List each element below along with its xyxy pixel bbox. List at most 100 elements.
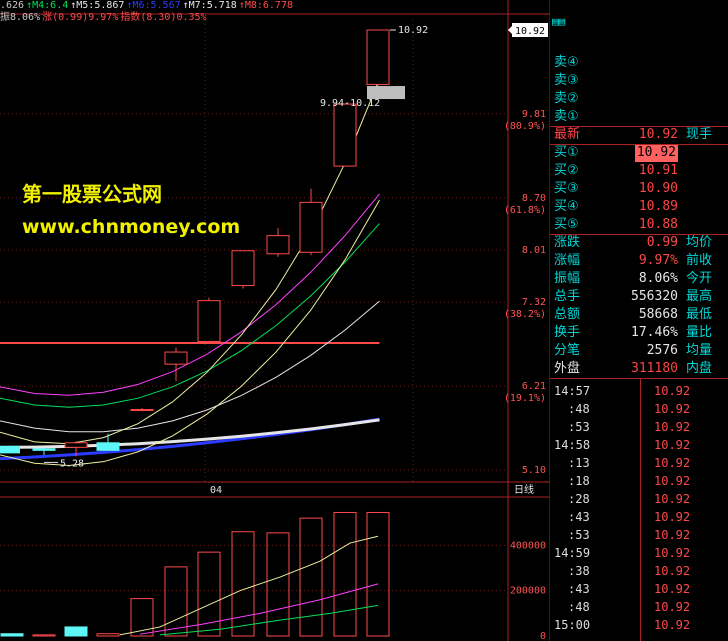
tick-time: :43 [568,582,590,596]
latest-row: 最新 10.92 现手 [550,126,728,144]
stat-label2: 均价 [686,235,713,250]
panel-separator [550,378,728,379]
candle [366,29,390,85]
price-tick: 7.32 [522,297,546,308]
ma-value: ↑M4:6.4 [26,0,69,11]
tick-time: :48 [568,600,590,614]
current-price-label: 10.92 [515,26,545,37]
ask-label: 卖③ [554,73,579,88]
stat-value: 17.46% [631,325,678,340]
stat-label: 振幅 [554,271,581,286]
candle [197,300,221,342]
tick-time: :18 [568,474,590,488]
tick-time: 14:57 [554,384,591,398]
tick-price: 10.92 [654,510,691,524]
bid-row: 买① 10.92 [550,144,728,162]
candle [64,442,88,448]
bid-label: 买④ [554,199,579,214]
stat-row: 涨幅 9.97% 前收 [550,252,728,270]
ask-row: 卖③ [550,72,728,90]
volume-bar [32,634,56,637]
tick-row: :43 10.92 [550,508,728,526]
tick-row: 14:58 10.92 [550,436,728,454]
change-value: 指数(8.30)0.35% [120,12,207,23]
ma-line-yellow [0,78,380,445]
date-label: 04 [210,485,222,496]
tick-time: :43 [568,510,590,524]
tick-row: :53 10.92 [550,418,728,436]
change-value: 振8.06% [0,12,41,23]
candle [130,409,154,412]
bid-label: 买⑤ [554,217,579,232]
quote-panel: ▤▤ 卖④ 卖③ 卖② 卖① 最新 10.92 现手 买① 10.92 买② 10.91 买③ 10.90… [550,0,728,641]
ma-value: ↑M6:5.567 [126,0,181,11]
outer-value: 311180 [631,361,678,376]
bid-label: 买② [554,163,579,178]
tick-row: :38 10.92 [550,562,728,580]
volume-bar [96,633,120,637]
tick-price: 10.92 [654,438,691,452]
range-label: 9.94-10.12 [320,98,380,109]
volume-tick: 200000 [510,586,546,597]
candle [32,448,56,451]
candle [266,235,290,255]
price-tick: 5.10 [522,465,546,476]
candle [164,351,188,365]
stat-label2: 最低 [686,307,713,322]
tick-price: 10.92 [654,564,691,578]
ask-label: 卖① [554,109,579,124]
ask-row: 卖② [550,90,728,108]
pct-tick: (19.1%) [504,393,546,404]
pct-tick: (80.9%) [504,121,546,132]
high-label: 10.92 [398,25,428,36]
stat-row: 分笔 2576 均量 [550,342,728,360]
candle [299,201,323,253]
stat-label: 总手 [554,289,581,304]
vol-ma-green [159,604,379,636]
ma-line-green [0,223,380,408]
tick-time: 14:58 [554,438,591,452]
tick-row: :13 10.92 [550,454,728,472]
stat-value: 8.06% [638,271,678,286]
tick-row: 14:57 10.92 [550,382,728,400]
volume-tick: 400000 [510,540,546,551]
volume-bar [0,633,24,637]
bid-label: 买① [554,145,579,160]
bid-price: 10.91 [638,163,678,178]
tick-price: 10.92 [654,402,691,416]
tick-price: 10.92 [654,618,691,632]
stat-label2: 前收 [686,253,713,268]
tick-price: 10.92 [654,546,691,560]
tick-price: 10.92 [654,600,691,614]
ask-row: 卖④ [550,54,728,72]
kline-chart[interactable]: 9.81(80.9%) 8.70(61.8%) 8.01 7.32(38.2%) 6.2… [0,0,550,641]
tick-price: 10.92 [654,456,691,470]
stat-label2: 量比 [686,325,713,340]
ma-value: ↑M5:5.867 [70,0,125,11]
bid-price: 10.88 [638,217,678,232]
candle [0,445,20,454]
latest-price: 10.92 [638,127,678,142]
panel-separator [550,126,728,127]
tick-time: 14:59 [554,546,591,560]
low-label: 5.28 [60,458,84,469]
tick-row: :28 10.92 [550,490,728,508]
watermark-url: www.chnmoney.com [22,216,241,238]
price-tick: 8.70 [522,193,546,204]
volume-tick: 0 [540,631,546,641]
change-values: 振8.06% 涨(0.99)9.97% 指数(8.30)0.35% [0,12,295,24]
stat-row: 总手 556320 最高 [550,288,728,306]
stat-label2: 最高 [686,289,713,304]
ask-label: 卖④ [554,55,579,70]
tick-row: :48 10.92 [550,598,728,616]
bid-price: 10.90 [638,181,678,196]
stat-value: 9.97% [638,253,678,268]
stat-label: 总额 [554,307,581,322]
change-value: 涨(0.99)9.97% [42,12,119,23]
bid-row: 买③ 10.90 [550,180,728,198]
latest-label: 最新 [554,127,581,142]
period-label: 日线 [514,483,534,496]
pct-tick: (38.2%) [504,309,546,320]
panel-separator [550,144,728,145]
current-price-arrow [508,26,512,34]
